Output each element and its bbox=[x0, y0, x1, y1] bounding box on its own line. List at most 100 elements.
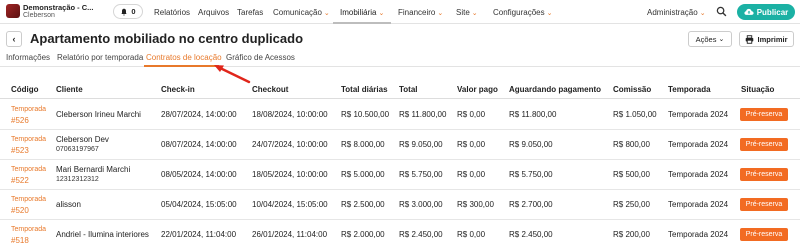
paid-value: R$ 0,00 bbox=[457, 140, 486, 149]
checkout-date: 18/05/2024, 10:00:00 bbox=[252, 170, 328, 179]
paid-value: R$ 300,00 bbox=[457, 200, 494, 209]
back-button[interactable]: ‹ bbox=[6, 31, 22, 47]
table-row[interactable]: Temporada #518 Andriel - Ilumina interio… bbox=[0, 220, 800, 249]
tab-label: Informações bbox=[6, 53, 51, 62]
nav-label: Configurações bbox=[493, 8, 545, 17]
checkin-date: 08/05/2024, 14:00:00 bbox=[161, 170, 237, 179]
tab-label: Gráfico de Acessos bbox=[226, 53, 295, 62]
total-value: R$ 11.800,00 bbox=[399, 110, 447, 119]
column-header[interactable]: Situação bbox=[741, 85, 774, 94]
client-name: Mari Bernardi Marchi bbox=[56, 165, 131, 174]
annotation-arrow-icon bbox=[214, 65, 251, 84]
paid-value: R$ 0,00 bbox=[457, 230, 486, 239]
column-header[interactable]: Total diárias bbox=[341, 85, 388, 94]
paid-value: R$ 0,00 bbox=[457, 110, 486, 119]
column-header[interactable]: Comissão bbox=[613, 85, 651, 94]
tab-label: Contratos de locação bbox=[146, 53, 222, 62]
season-label: Temporada 2024 bbox=[668, 230, 729, 239]
contract-type[interactable]: Temporada bbox=[11, 136, 46, 143]
notifications-count: 0 bbox=[131, 7, 136, 16]
contract-code[interactable]: #522 bbox=[11, 176, 29, 185]
actions-dropdown-button[interactable]: Ações ⌄ bbox=[688, 31, 732, 47]
checkout-date: 18/08/2024, 10:00:00 bbox=[252, 110, 328, 119]
nav-label: Comunicação bbox=[273, 8, 322, 17]
nav-arquivos[interactable]: Arquivos bbox=[198, 8, 229, 17]
nav-label: Site bbox=[456, 8, 470, 17]
contract-type[interactable]: Temporada bbox=[11, 226, 46, 233]
contract-type[interactable]: Temporada bbox=[11, 106, 46, 113]
nav-relatorios[interactable]: Relatórios bbox=[154, 8, 190, 17]
contract-code[interactable]: #526 bbox=[11, 116, 29, 125]
table-row[interactable]: Temporada #520 alisson 05/04/2024, 15:05… bbox=[0, 190, 800, 220]
nav-tarefas[interactable]: Tarefas bbox=[237, 8, 263, 17]
paid-value: R$ 0,00 bbox=[457, 170, 486, 179]
column-header[interactable]: Valor pago bbox=[457, 85, 498, 94]
status-badge: Pré-reserva bbox=[740, 228, 788, 241]
column-header[interactable]: Cliente bbox=[56, 85, 83, 94]
status-badge: Pré-reserva bbox=[740, 168, 788, 181]
chevron-down-icon: ⌄ bbox=[471, 10, 478, 17]
tab-contratos-locacao[interactable]: Contratos de locação bbox=[146, 53, 222, 62]
chevron-down-icon: ⌄ bbox=[437, 10, 444, 17]
client-name: Cleberson Dev bbox=[56, 135, 109, 144]
nav-label: Financeiro bbox=[398, 8, 436, 17]
active-tab-indicator bbox=[144, 65, 219, 67]
total-value: R$ 9.050,00 bbox=[399, 140, 443, 149]
nav-imobiliaria[interactable]: Imobiliária ⌄ bbox=[340, 8, 384, 17]
table-row[interactable]: Temporada #526 Cleberson Irineu Marchi 2… bbox=[0, 100, 800, 130]
nav-configuracoes[interactable]: Configurações ⌄ bbox=[493, 8, 552, 17]
total-daily-value: R$ 5.000,00 bbox=[341, 170, 385, 179]
status-badge: Pré-reserva bbox=[740, 108, 788, 121]
company-name[interactable]: Demonstração - C... bbox=[23, 3, 93, 12]
column-header[interactable]: Código bbox=[11, 85, 39, 94]
cloud-upload-icon bbox=[744, 8, 754, 15]
total-value: R$ 2.450,00 bbox=[399, 230, 443, 239]
season-label: Temporada 2024 bbox=[668, 140, 729, 149]
commission-value: R$ 250,00 bbox=[613, 200, 650, 209]
chevron-down-icon: ⌄ bbox=[699, 10, 706, 17]
column-header[interactable]: Total bbox=[399, 85, 418, 94]
column-header[interactable]: Temporada bbox=[668, 85, 711, 94]
commission-value: R$ 200,00 bbox=[613, 230, 650, 239]
notifications-button[interactable]: 0 bbox=[113, 4, 143, 19]
nav-financeiro[interactable]: Financeiro ⌄ bbox=[398, 8, 443, 17]
table-row[interactable]: Temporada #523 Cleberson Dev 07063197967… bbox=[0, 130, 800, 160]
nav-administracao[interactable]: Administração ⌄ bbox=[647, 8, 706, 17]
publish-button[interactable]: Publicar bbox=[737, 4, 795, 20]
chevron-down-icon: ⌄ bbox=[546, 10, 553, 17]
total-daily-value: R$ 2.500,00 bbox=[341, 200, 385, 209]
bell-icon bbox=[121, 8, 128, 16]
checkin-date: 22/01/2024, 11:04:00 bbox=[161, 230, 237, 239]
column-header[interactable]: Aguardando pagamento bbox=[509, 85, 601, 94]
tab-bar: Informações Relatório por temporada Cont… bbox=[0, 50, 800, 67]
nav-label: Tarefas bbox=[237, 8, 264, 17]
tab-relatorio-temporada[interactable]: Relatório por temporada bbox=[57, 53, 143, 62]
season-label: Temporada 2024 bbox=[668, 200, 729, 209]
table-row[interactable]: Temporada #522 Mari Bernardi Marchi 1231… bbox=[0, 160, 800, 190]
nav-comunicacao[interactable]: Comunicação ⌄ bbox=[273, 8, 330, 17]
column-header[interactable]: Checkout bbox=[252, 85, 288, 94]
contract-code[interactable]: #523 bbox=[11, 146, 29, 155]
search-icon[interactable] bbox=[716, 6, 727, 17]
nav-label: Relatórios bbox=[154, 8, 191, 17]
pending-value: R$ 5.750,00 bbox=[509, 170, 553, 179]
top-navbar: Demonstração - C... Cleberson 0 Relatóri… bbox=[0, 0, 800, 24]
nav-site[interactable]: Site ⌄ bbox=[456, 8, 478, 17]
print-button[interactable]: Imprimir bbox=[739, 31, 794, 47]
nav-active-indicator bbox=[333, 22, 391, 24]
nav-label: Arquivos bbox=[198, 8, 230, 17]
checkin-date: 08/07/2024, 14:00:00 bbox=[161, 140, 237, 149]
status-badge: Pré-reserva bbox=[740, 138, 788, 151]
tab-grafico-acessos[interactable]: Gráfico de Acessos bbox=[226, 53, 295, 62]
contract-type[interactable]: Temporada bbox=[11, 196, 46, 203]
status-badge: Pré-reserva bbox=[740, 198, 788, 211]
company-logo[interactable] bbox=[6, 4, 20, 18]
column-header[interactable]: Check-in bbox=[161, 85, 195, 94]
tab-label: Relatório por temporada bbox=[57, 53, 144, 62]
contract-code[interactable]: #520 bbox=[11, 206, 29, 215]
contract-code[interactable]: #518 bbox=[11, 236, 29, 245]
tab-informacoes[interactable]: Informações bbox=[6, 53, 50, 62]
season-label: Temporada 2024 bbox=[668, 110, 729, 119]
contract-type[interactable]: Temporada bbox=[11, 166, 46, 173]
commission-value: R$ 800,00 bbox=[613, 140, 650, 149]
